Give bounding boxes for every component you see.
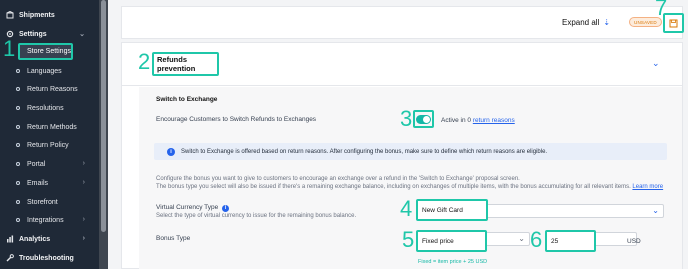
bullet-icon: [16, 69, 20, 73]
bar-chart-icon: [6, 235, 14, 243]
sidebar-item-label: Languages: [27, 67, 62, 75]
toggle-label: Encourage Customers to Switch Refunds to…: [156, 116, 317, 123]
formula-text: Fixed = item price + 25 USD: [418, 259, 488, 265]
annotation-number: 7: [655, 0, 668, 20]
description-text: The bonus type you select will also be i…: [156, 184, 631, 190]
sidebar-scroll-thumb[interactable]: [101, 0, 106, 232]
sidebar-item-analytics[interactable]: Analytics ›: [0, 232, 99, 246]
sidebar-item-integrations[interactable]: Integrations ›: [0, 213, 99, 227]
toggle-switch[interactable]: [416, 114, 431, 124]
sidebar-item-store-settings[interactable]: Store Settings: [18, 43, 73, 60]
chevron-right-icon: ›: [82, 160, 85, 167]
bonus-type-label: Bonus Type: [156, 235, 191, 242]
chevron-down-icon: ⌄: [518, 234, 525, 243]
sidebar-item-label: Shipments: [19, 11, 55, 19]
sidebar-item-shipments[interactable]: Shipments: [0, 8, 55, 22]
bullet-icon: [16, 106, 20, 110]
double-chevron-down-icon: ⇣: [603, 18, 611, 27]
sidebar-item-label: Storefront: [27, 198, 58, 206]
annotation-number: 2: [138, 49, 151, 74]
bullet-icon: [16, 181, 20, 185]
chevron-right-icon: ›: [82, 235, 85, 242]
sidebar-item-label: Return Reasons: [27, 85, 78, 93]
info-text: Switch to Exchange is offered based on r…: [181, 148, 548, 155]
sidebar-item-portal[interactable]: Portal ›: [0, 157, 99, 171]
wrench-icon: [6, 254, 14, 262]
bullet-icon: [16, 162, 20, 166]
sidebar-item-emails[interactable]: Emails ›: [0, 176, 99, 190]
chevron-down-icon: ⌄: [652, 206, 659, 215]
help-icon[interactable]: i: [222, 204, 230, 212]
annotation-number: 3: [400, 106, 413, 131]
sidebar-item-label: Troubleshooting: [19, 254, 74, 262]
virtual-currency-help: Select the type of virtual currency to i…: [156, 213, 357, 219]
bullet-icon: [16, 218, 20, 222]
virtual-currency-value[interactable]: New Gift Card: [416, 199, 488, 221]
bullet-icon: [16, 200, 20, 204]
sidebar-item-label: Analytics: [19, 235, 51, 243]
save-icon: [669, 19, 678, 27]
active-status-text: Active in 0: [441, 117, 471, 124]
currency-label: USD: [627, 238, 641, 245]
sidebar-item-return-methods[interactable]: Return Methods: [0, 120, 77, 134]
chevron-down-icon: ⌄: [79, 31, 85, 38]
sidebar-item-label: Portal: [27, 160, 46, 168]
chevron-right-icon: ›: [82, 179, 85, 186]
card-title: Refunds prevention: [152, 52, 219, 76]
virtual-currency-label: Virtual Currency Type i: [156, 204, 230, 212]
info-banner: i Switch to Exchange is offered based on…: [154, 143, 667, 160]
switch-exchange-toggle[interactable]: [413, 110, 434, 128]
sidebar-item-storefront[interactable]: Storefront: [0, 195, 58, 209]
bullet-icon: [16, 143, 20, 147]
sidebar-item-return-policy[interactable]: Return Policy: [0, 138, 69, 152]
app: Shipments Settings ⌄ Languages Return Re…: [0, 0, 688, 269]
virtual-currency-label-text: Virtual Currency Type: [156, 204, 219, 211]
sidebar-item-label: Return Policy: [27, 141, 69, 149]
bullet-icon: [16, 87, 20, 91]
sidebar-item-label: Store Settings: [27, 48, 71, 55]
bonus-amount-input[interactable]: 25: [545, 230, 596, 252]
sidebar-item-label: Integrations: [27, 216, 64, 224]
sidebar-item-label: Return Methods: [27, 123, 77, 131]
expand-all-label: Expand all: [562, 18, 600, 27]
section-title: Switch to Exchange: [156, 96, 218, 103]
description-line-2: The bonus type you select will also be i…: [156, 184, 663, 190]
annotation-number: 6: [530, 227, 543, 252]
chevron-down-icon[interactable]: ⌄: [652, 58, 660, 69]
sidebar-item-label: Emails: [27, 179, 49, 187]
chevron-right-icon: ›: [82, 216, 85, 223]
annotation-number: 1: [3, 36, 16, 61]
active-status: Active in 0 return reasons: [441, 117, 515, 124]
expand-all-button[interactable]: Expand all ⇣: [562, 18, 610, 27]
sidebar-item-return-reasons[interactable]: Return Reasons: [0, 82, 78, 96]
sidebar-item-languages[interactable]: Languages: [0, 64, 62, 78]
sidebar-item-label: Settings: [19, 30, 47, 38]
sidebar-item-label: Resolutions: [27, 104, 64, 112]
info-icon: i: [167, 147, 175, 156]
return-reasons-link[interactable]: return reasons: [473, 117, 515, 124]
bullet-icon: [16, 125, 20, 129]
annotation-number: 4: [400, 196, 413, 221]
learn-more-link[interactable]: Learn more: [632, 184, 663, 190]
sidebar-item-resolutions[interactable]: Resolutions: [0, 101, 64, 115]
bonus-type-value[interactable]: Fixed price: [416, 230, 487, 252]
annotation-number: 5: [402, 227, 415, 252]
box-icon: [6, 11, 14, 19]
description-line-1: Configure the bonus you want to give to …: [156, 176, 520, 182]
sidebar-item-troubleshooting[interactable]: Troubleshooting: [0, 251, 74, 265]
